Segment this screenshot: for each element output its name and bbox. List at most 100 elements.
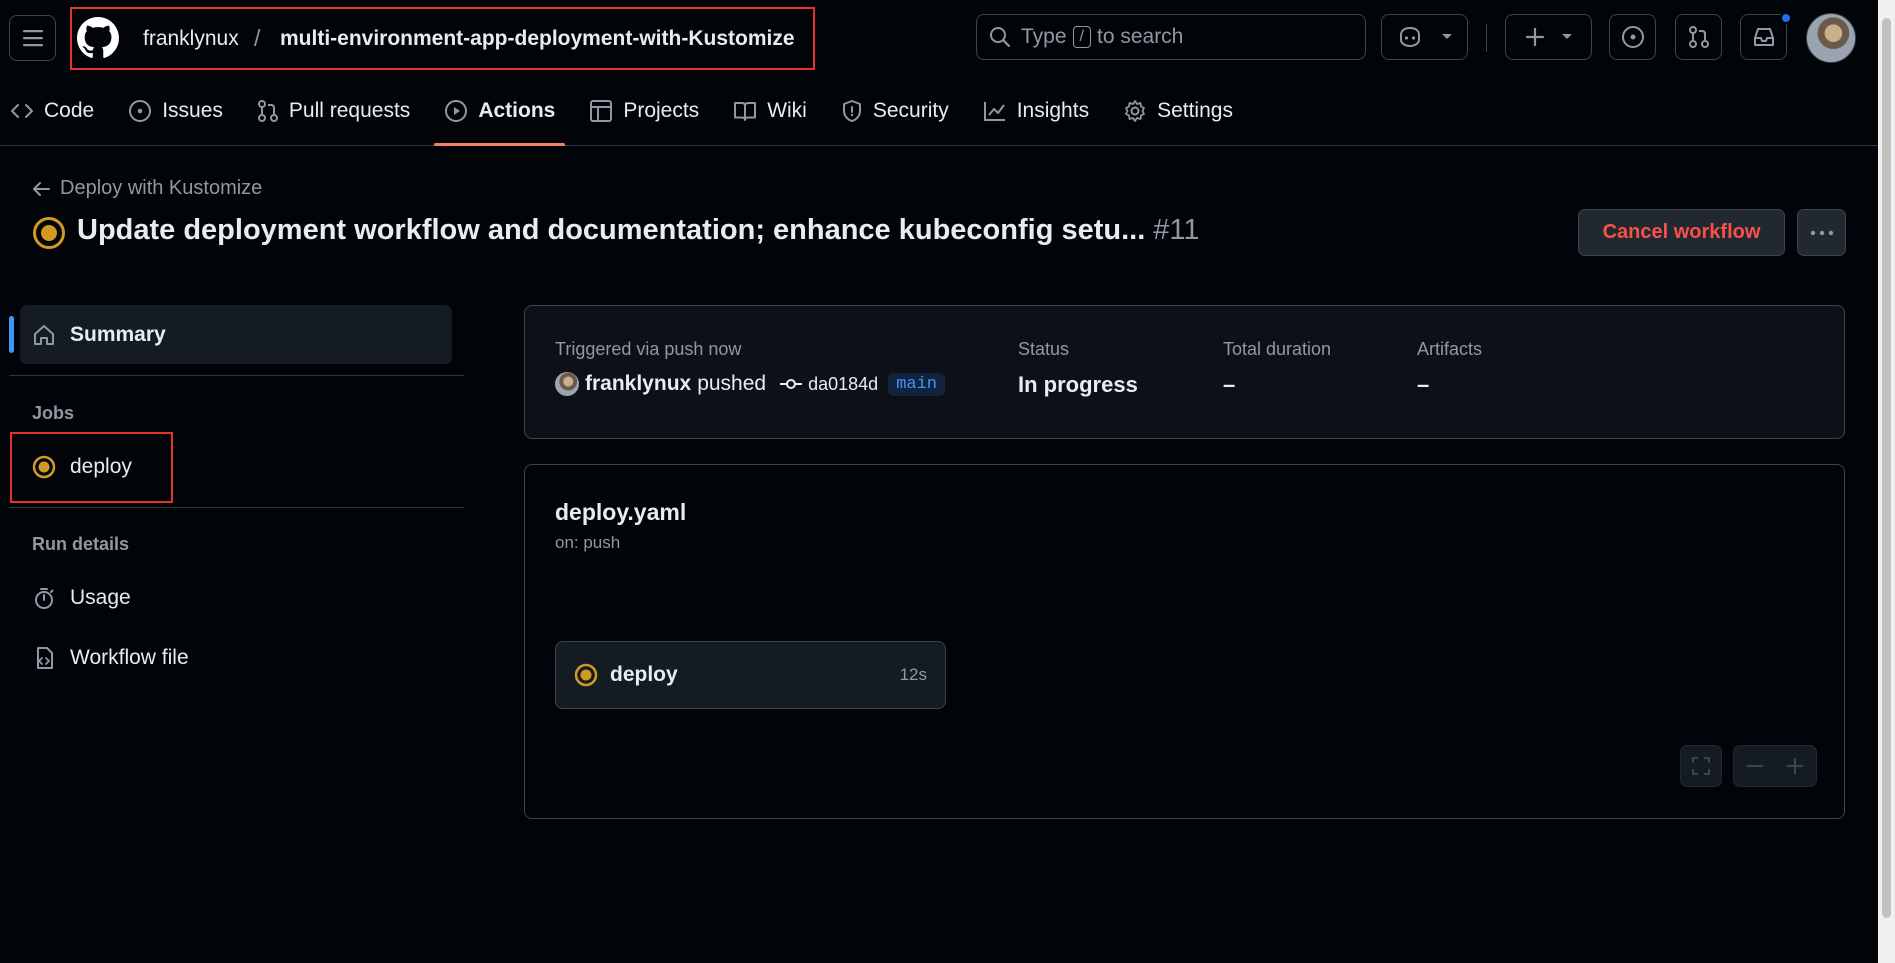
run-details-heading: Run details [32,534,130,554]
tab-code[interactable]: Code [0,88,104,134]
in-progress-icon [574,663,598,687]
back-to-workflow-link[interactable]: Deploy with Kustomize [32,177,262,200]
home-icon [34,324,54,345]
workflow-trigger: on: push [555,533,621,552]
scrollbar-thumb[interactable] [1882,18,1891,918]
git-commit-icon [780,379,803,389]
actor-avatar[interactable] [555,372,579,396]
page-title: Update deployment workflow and documenta… [77,214,1200,247]
table-icon [590,100,613,122]
status-label: Status [1018,339,1070,359]
search-placeholder-suffix: to search [1096,25,1184,48]
github-logo-icon[interactable] [77,17,119,59]
search-icon [990,27,1011,48]
run-number: #11 [1153,214,1200,246]
run-title-text: Update deployment workflow and documenta… [77,214,1146,246]
repo-owner-link[interactable]: franklynux [143,27,239,51]
back-link-label: Deploy with Kustomize [60,177,263,199]
tab-settings[interactable]: Settings [1113,88,1243,134]
sidebar-item-summary[interactable]: Summary [20,305,452,364]
triggered-label: Triggered via push now [555,339,742,359]
search-input[interactable]: Type / to search [976,14,1366,60]
stopwatch-icon [35,588,54,609]
git-pull-request-icon [257,100,278,122]
file-code-icon [37,647,53,669]
sidebar-divider [9,375,464,376]
artifacts-value: – [1417,372,1430,397]
sidebar-item-usage[interactable]: Usage [32,586,131,610]
issues-button[interactable] [1609,14,1656,60]
issue-opened-icon [1621,26,1644,48]
sidebar-divider [9,507,464,508]
play-icon [445,100,468,122]
repo-name-link[interactable]: multi-environment-app-deployment-with-Ku… [280,27,795,51]
notification-indicator [1780,12,1792,24]
gear-icon [1125,100,1145,122]
duration-label: Total duration [1223,339,1332,359]
in-progress-icon [33,217,65,249]
job-node-duration: 12s [899,665,927,684]
arrow-left-icon [33,181,50,196]
in-progress-icon [32,455,56,479]
job-node-name: deploy [610,663,678,686]
sidebar-item-label: deploy [70,455,132,478]
tab-pull-requests[interactable]: Pull requests [247,88,420,134]
tab-label: Wiki [767,99,807,122]
artifacts-label: Artifacts [1417,339,1483,359]
duration-value: – [1223,372,1236,397]
commit-sha-link[interactable]: da0184d [808,374,878,395]
book-icon [734,102,757,121]
tab-label: Security [872,99,949,122]
copilot-button[interactable] [1381,14,1468,60]
sidebar-item-label: Workflow file [70,646,189,669]
workflow-graph-panel: deploy.yaml on: push deploy 12s [524,464,1845,819]
sidebar-item-label: Summary [70,322,166,346]
graph-icon [983,102,1005,121]
create-new-button[interactable] [1505,14,1592,60]
fullscreen-button[interactable] [1680,745,1722,787]
header-divider [1486,24,1487,52]
tab-actions[interactable]: Actions [434,88,566,146]
chevron-down-icon [1441,34,1452,39]
sidebar-item-job-deploy[interactable]: deploy [32,455,132,479]
tab-issues[interactable]: Issues [118,88,233,134]
pull-requests-button[interactable] [1675,14,1722,60]
status-value: In progress [1018,372,1138,397]
sidebar-item-label: Usage [70,586,131,609]
tab-label: Insights [1016,99,1090,122]
trigger-action: pushed [697,372,767,395]
tab-label: Pull requests [288,99,411,122]
actor-link[interactable]: franklynux [585,372,691,396]
tab-label: Settings [1157,99,1233,122]
kebab-horizontal-icon [1810,230,1833,235]
tab-insights[interactable]: Insights [973,88,1099,134]
tab-projects[interactable]: Projects [579,88,709,134]
global-header: franklynux / multi-environment-app-deplo… [0,0,1895,146]
inbox-icon [1753,28,1774,46]
sidebar-item-workflow-file[interactable]: Workflow file [32,646,189,670]
cancel-workflow-button[interactable]: Cancel workflow [1578,209,1785,256]
more-options-button[interactable] [1797,209,1846,256]
git-pull-request-icon [1688,26,1709,48]
shield-icon [842,100,861,122]
copilot-icon [1399,26,1420,48]
tab-label: Issues [162,99,223,122]
jobs-heading: Jobs [32,403,75,423]
plus-icon [1525,27,1544,47]
branch-badge[interactable]: main [888,372,945,396]
menu-button[interactable] [9,15,56,61]
run-summary-panel: Triggered via push now franklynux pushed… [524,305,1845,439]
tab-wiki[interactable]: Wiki [723,88,817,134]
issue-icon [129,100,152,122]
chevron-down-icon [1561,34,1572,39]
user-avatar[interactable] [1806,13,1856,63]
trigger-details: franklynux pushed da0184d main [555,372,945,396]
zoom-in-icon[interactable] [1775,756,1815,776]
zoom-out-icon[interactable] [1735,756,1775,776]
repo-nav-tabs: Code Issues Pull requests Actions Projec… [0,88,1257,146]
job-node-deploy[interactable]: deploy 12s [555,641,946,709]
tab-security[interactable]: Security [831,88,959,134]
workflow-file-name: deploy.yaml [555,499,687,525]
hamburger-icon [22,30,43,47]
code-icon [11,104,33,118]
